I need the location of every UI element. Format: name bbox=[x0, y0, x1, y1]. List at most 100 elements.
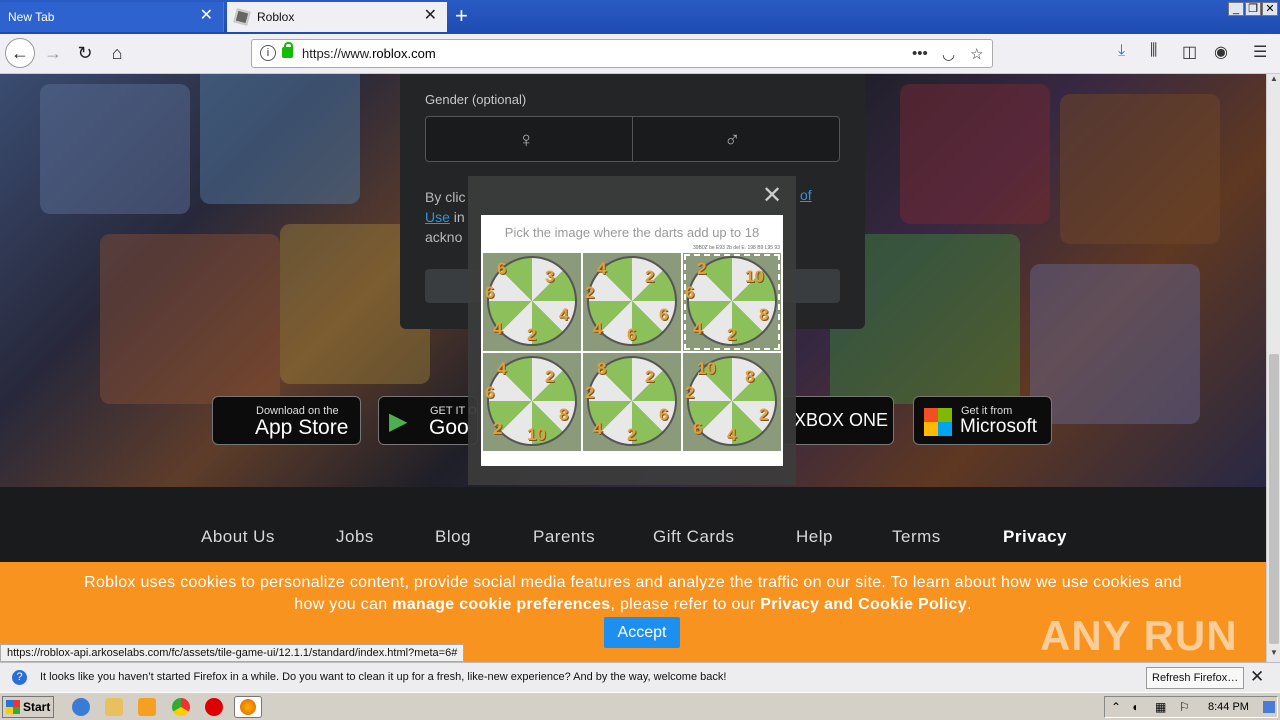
scroll-up-icon[interactable]: ▲ bbox=[1268, 74, 1280, 88]
bookmark-star-icon[interactable]: ☆ bbox=[970, 45, 983, 63]
url-bar[interactable]: i https://www.roblox.com ••• ◡ ☆ bbox=[251, 39, 993, 68]
new-tab-plus-icon[interactable]: + bbox=[455, 4, 468, 28]
folder-icon[interactable] bbox=[105, 698, 123, 716]
back-arrow-icon[interactable]: ← bbox=[5, 38, 35, 68]
minimize-icon[interactable]: _ bbox=[1228, 2, 1244, 16]
terms-link-of[interactable]: of bbox=[800, 187, 812, 203]
anyrun-watermark: ANY RUN bbox=[1040, 612, 1238, 659]
tab-title: New Tab bbox=[8, 10, 55, 24]
nav-bar: ← → ↻ ⌂ i https://www.roblox.com ••• ◡ ☆… bbox=[0, 34, 1280, 74]
account-icon[interactable]: ◉ bbox=[1214, 42, 1228, 62]
flag-icon[interactable]: ⚐ bbox=[1179, 700, 1190, 714]
windows-flag-icon bbox=[6, 700, 20, 714]
firefox-taskbar-button[interactable] bbox=[234, 696, 262, 718]
footer-link-terms[interactable]: Terms bbox=[892, 527, 941, 547]
network-icon[interactable]: ▦ bbox=[1155, 700, 1166, 714]
gender-label: Gender (optional) bbox=[425, 92, 527, 107]
info-icon[interactable]: i bbox=[260, 45, 276, 61]
dartboard-number: 4 bbox=[493, 319, 503, 338]
forward-arrow-icon[interactable]: → bbox=[38, 38, 68, 68]
refresh-firefox-button[interactable]: Refresh Firefox… bbox=[1146, 667, 1245, 689]
dartboard-number: 4 bbox=[497, 359, 507, 378]
tray-arrow-icon[interactable]: ⌃ bbox=[1111, 700, 1121, 714]
library-icon[interactable]: ⫼ bbox=[1150, 42, 1157, 60]
footer-link-about-us[interactable]: About Us bbox=[201, 527, 275, 547]
captcha-tile[interactable]: 10 8 2 2 6 4 bbox=[683, 353, 781, 451]
app-store-badge[interactable]: Download on the App Store bbox=[212, 396, 361, 445]
dartboard-number: 4 bbox=[559, 305, 569, 324]
dartboard-number: 6 bbox=[627, 325, 637, 344]
male-icon[interactable]: ♂ bbox=[724, 127, 741, 153]
taskbar: Start ⌃ ◖ ▦ ⚐ 8:44 PM bbox=[0, 692, 1280, 720]
close-icon[interactable]: ✕ bbox=[424, 7, 437, 25]
footer-link-privacy[interactable]: Privacy bbox=[1003, 527, 1067, 547]
microsoft-icon bbox=[924, 408, 952, 436]
dartboard-number: 8 bbox=[759, 305, 769, 324]
window-close-icon[interactable]: ✕ bbox=[1262, 2, 1278, 16]
divider bbox=[632, 117, 633, 161]
reload-icon[interactable]: ↻ bbox=[70, 38, 100, 68]
home-icon[interactable]: ⌂ bbox=[102, 38, 132, 68]
more-actions-icon[interactable]: ••• bbox=[912, 45, 928, 62]
volume-icon[interactable]: ◖ bbox=[1131, 700, 1138, 714]
url-text[interactable]: https://www.roblox.com bbox=[302, 46, 436, 61]
opera-icon[interactable] bbox=[205, 698, 223, 716]
google-play-badge[interactable]: ▶ GET IT O Goo bbox=[378, 396, 478, 445]
download-icon[interactable]: ⤓ bbox=[1118, 42, 1125, 60]
dartboard-number: 2 bbox=[645, 267, 655, 286]
accept-cookies-button[interactable]: Accept bbox=[604, 617, 680, 648]
dartboard-number: 4 bbox=[693, 319, 703, 338]
dartboard-number: 6 bbox=[497, 259, 507, 278]
chrome-icon[interactable] bbox=[172, 698, 190, 716]
terms-fragment: ackno bbox=[425, 229, 463, 245]
scroll-thumb[interactable] bbox=[1269, 354, 1279, 644]
captcha-tile[interactable]: 822642 bbox=[583, 353, 681, 451]
tab-new-tab[interactable]: New Tab ✕ bbox=[0, 2, 224, 32]
close-icon[interactable]: ✕ bbox=[200, 7, 213, 25]
media-player-icon[interactable] bbox=[138, 698, 156, 716]
pocket-icon[interactable]: ◡ bbox=[942, 45, 955, 63]
captcha-panel: Pick the image where the darts add up to… bbox=[481, 215, 783, 466]
close-icon[interactable]: ✕ bbox=[760, 184, 784, 208]
microsoft-badge[interactable]: Get it from Microsoft bbox=[913, 396, 1052, 445]
dartboard-number: 8 bbox=[745, 367, 755, 386]
dartboard-number: 4 bbox=[593, 419, 603, 438]
cookie-line: , please refer to our bbox=[610, 596, 761, 613]
maximize-icon[interactable]: ❐ bbox=[1245, 2, 1261, 16]
firefox-icon bbox=[240, 699, 256, 715]
terms-fragment: By clic bbox=[425, 189, 466, 205]
scroll-down-icon[interactable]: ▼ bbox=[1268, 648, 1280, 662]
page-scrollbar[interactable]: ▲ ▼ bbox=[1266, 74, 1280, 662]
footer-link-blog[interactable]: Blog bbox=[435, 527, 471, 547]
menu-icon[interactable]: ☰ bbox=[1253, 42, 1267, 62]
footer-link-jobs[interactable]: Jobs bbox=[336, 527, 374, 547]
dartboard-number: 2 bbox=[759, 405, 769, 424]
dartboard-number: 2 bbox=[585, 383, 595, 402]
captcha-tile[interactable]: 6 3 6 4 4 2 bbox=[483, 253, 581, 351]
footer-link-gift-cards[interactable]: Gift Cards bbox=[653, 527, 735, 547]
footer-link-help[interactable]: Help bbox=[796, 527, 833, 547]
terms-link[interactable]: Use bbox=[425, 209, 450, 225]
manage-cookie-preferences-link[interactable]: manage cookie preferences bbox=[392, 596, 610, 613]
show-desktop-icon[interactable] bbox=[1263, 701, 1275, 713]
sidebar-icon[interactable]: ◫ bbox=[1182, 42, 1197, 62]
dartboard-number: 8 bbox=[597, 359, 607, 378]
privacy-cookie-policy-link[interactable]: Privacy and Cookie Policy bbox=[760, 596, 967, 613]
game-thumbnail bbox=[900, 84, 1050, 224]
dartboard-number: 6 bbox=[485, 283, 495, 302]
dartboard-number: 6 bbox=[485, 383, 495, 402]
close-icon[interactable]: ✕ bbox=[1250, 667, 1264, 687]
start-button[interactable]: Start bbox=[2, 696, 54, 718]
captcha-tile[interactable]: 422646 bbox=[583, 253, 681, 351]
xbox-badge[interactable]: XBOX ONE bbox=[784, 396, 894, 445]
captcha-tile[interactable]: 4 2 6 8 2 10 bbox=[483, 353, 581, 451]
female-icon[interactable]: ♀ bbox=[518, 127, 535, 153]
captcha-tile[interactable]: 2 10 6 8 4 2 bbox=[683, 253, 781, 351]
dartboard-number: 6 bbox=[685, 283, 695, 302]
tab-roblox[interactable]: Roblox ✕ bbox=[227, 2, 447, 32]
badge-big-text: Microsoft bbox=[960, 416, 1038, 437]
footer-link-parents[interactable]: Parents bbox=[533, 527, 595, 547]
dartboard-number: 10 bbox=[527, 425, 546, 444]
dartboard-number: 4 bbox=[727, 425, 737, 444]
ie-icon[interactable] bbox=[72, 698, 90, 716]
